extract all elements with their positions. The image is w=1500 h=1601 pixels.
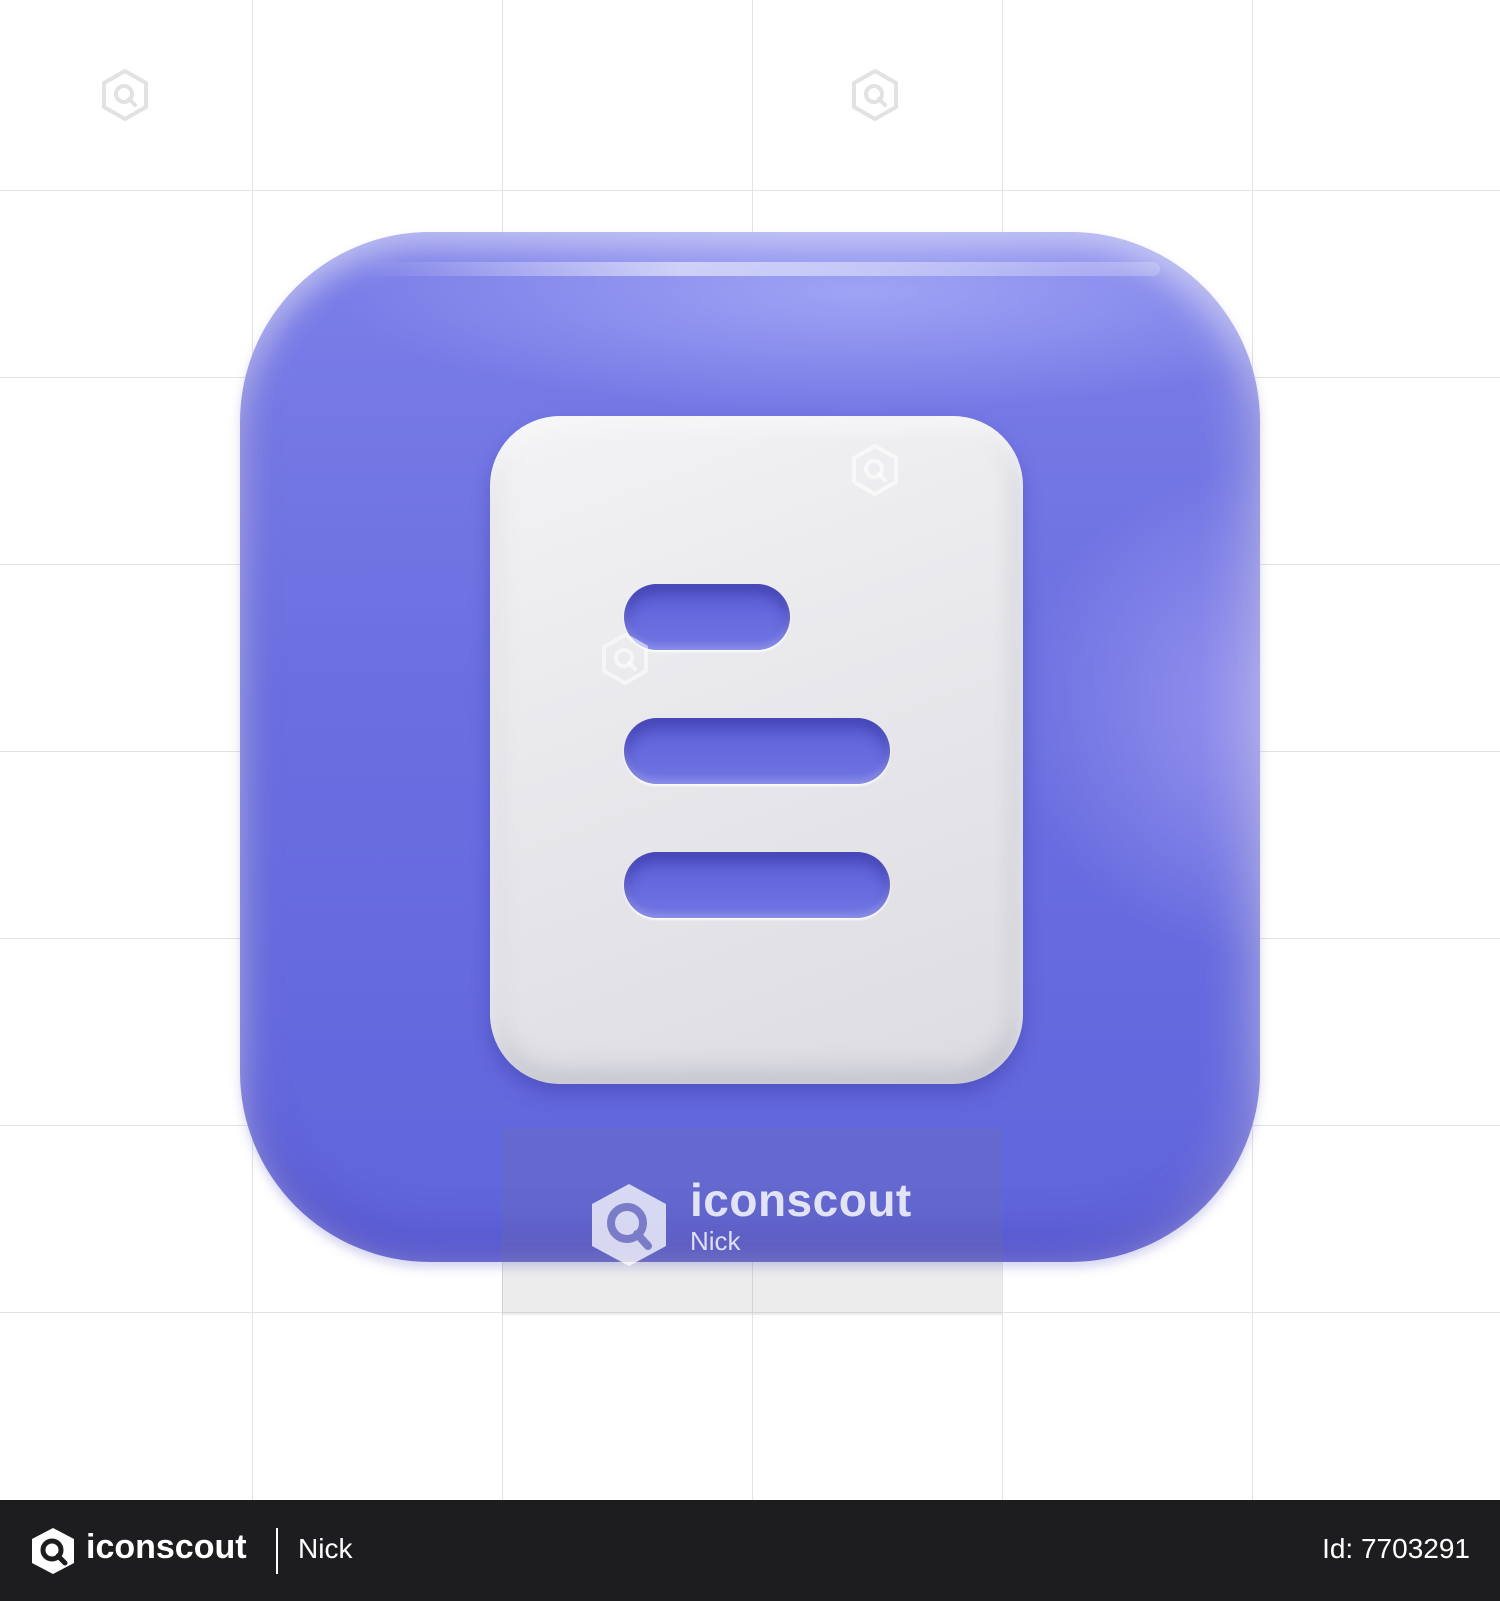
watermark-author: Nick <box>690 1226 741 1256</box>
preview-canvas: iconscout Nick <box>0 0 1500 1500</box>
tile-highlight <box>360 262 1160 276</box>
footer-brand-link[interactable]: iconscout <box>86 1528 247 1567</box>
watermark-logo-icon <box>852 444 898 496</box>
iconscout-logo-icon <box>592 1184 666 1266</box>
footer-bar: iconscout Nick Id: 7703291 <box>0 1500 1500 1601</box>
document-line <box>624 852 890 918</box>
footer-author-link[interactable]: Nick <box>298 1533 352 1565</box>
watermark-logo-icon <box>852 69 898 121</box>
watermark-brand: iconscout <box>690 1174 912 1226</box>
asset-id: Id: 7703291 <box>1322 1533 1470 1564</box>
iconscout-logo-icon[interactable] <box>28 1526 78 1576</box>
document-icon <box>490 416 1023 1084</box>
watermark-logo-icon <box>602 633 648 685</box>
footer-divider <box>276 1528 278 1574</box>
document-line <box>624 718 890 784</box>
grid-line <box>0 190 1500 191</box>
watermark-logo-icon <box>102 69 148 121</box>
